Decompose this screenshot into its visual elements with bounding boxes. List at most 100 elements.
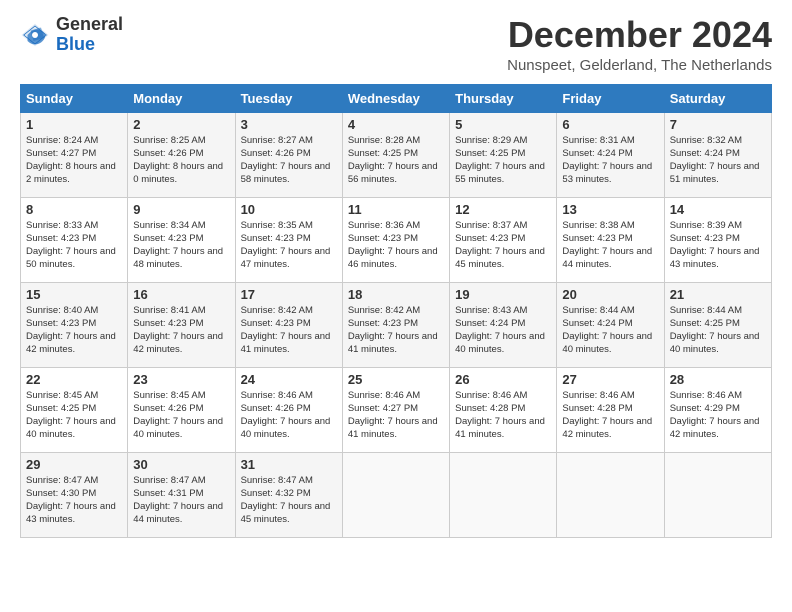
calendar-cell (664, 452, 771, 537)
calendar-cell: 3 Sunrise: 8:27 AMSunset: 4:26 PMDayligh… (235, 112, 342, 197)
calendar-cell (342, 452, 449, 537)
calendar-cell: 2 Sunrise: 8:25 AMSunset: 4:26 PMDayligh… (128, 112, 235, 197)
header-row: Sunday Monday Tuesday Wednesday Thursday… (21, 84, 772, 112)
day-detail: Sunrise: 8:36 AMSunset: 4:23 PMDaylight:… (348, 219, 444, 272)
calendar-cell: 24 Sunrise: 8:46 AMSunset: 4:26 PMDaylig… (235, 367, 342, 452)
calendar-cell: 18 Sunrise: 8:42 AMSunset: 4:23 PMDaylig… (342, 282, 449, 367)
calendar-cell: 11 Sunrise: 8:36 AMSunset: 4:23 PMDaylig… (342, 197, 449, 282)
calendar-cell: 6 Sunrise: 8:31 AMSunset: 4:24 PMDayligh… (557, 112, 664, 197)
calendar-cell: 5 Sunrise: 8:29 AMSunset: 4:25 PMDayligh… (450, 112, 557, 197)
day-detail: Sunrise: 8:28 AMSunset: 4:25 PMDaylight:… (348, 134, 444, 187)
day-number: 2 (133, 117, 229, 132)
day-number: 18 (348, 287, 444, 302)
calendar-cell: 30 Sunrise: 8:47 AMSunset: 4:31 PMDaylig… (128, 452, 235, 537)
calendar-header: Sunday Monday Tuesday Wednesday Thursday… (21, 84, 772, 112)
page-header: General Blue December 2024 Nunspeet, Gel… (20, 15, 772, 74)
day-number: 17 (241, 287, 337, 302)
day-detail: Sunrise: 8:43 AMSunset: 4:24 PMDaylight:… (455, 304, 551, 357)
calendar-body: 1 Sunrise: 8:24 AMSunset: 4:27 PMDayligh… (21, 112, 772, 537)
calendar-cell: 12 Sunrise: 8:37 AMSunset: 4:23 PMDaylig… (450, 197, 557, 282)
calendar-cell: 23 Sunrise: 8:45 AMSunset: 4:26 PMDaylig… (128, 367, 235, 452)
calendar-cell: 14 Sunrise: 8:39 AMSunset: 4:23 PMDaylig… (664, 197, 771, 282)
day-number: 1 (26, 117, 122, 132)
day-number: 11 (348, 202, 444, 217)
day-detail: Sunrise: 8:27 AMSunset: 4:26 PMDaylight:… (241, 134, 337, 187)
day-number: 29 (26, 457, 122, 472)
day-number: 14 (670, 202, 766, 217)
day-detail: Sunrise: 8:46 AMSunset: 4:26 PMDaylight:… (241, 389, 337, 442)
day-number: 16 (133, 287, 229, 302)
calendar-cell: 1 Sunrise: 8:24 AMSunset: 4:27 PMDayligh… (21, 112, 128, 197)
logo: General Blue (20, 15, 123, 55)
logo-text: General Blue (56, 15, 123, 55)
day-number: 27 (562, 372, 658, 387)
calendar-cell: 21 Sunrise: 8:44 AMSunset: 4:25 PMDaylig… (664, 282, 771, 367)
day-number: 21 (670, 287, 766, 302)
day-number: 12 (455, 202, 551, 217)
day-detail: Sunrise: 8:34 AMSunset: 4:23 PMDaylight:… (133, 219, 229, 272)
calendar-cell: 20 Sunrise: 8:44 AMSunset: 4:24 PMDaylig… (557, 282, 664, 367)
day-detail: Sunrise: 8:45 AMSunset: 4:26 PMDaylight:… (133, 389, 229, 442)
calendar-cell: 13 Sunrise: 8:38 AMSunset: 4:23 PMDaylig… (557, 197, 664, 282)
calendar-cell: 17 Sunrise: 8:42 AMSunset: 4:23 PMDaylig… (235, 282, 342, 367)
calendar-cell: 28 Sunrise: 8:46 AMSunset: 4:29 PMDaylig… (664, 367, 771, 452)
col-saturday: Saturday (664, 84, 771, 112)
day-number: 19 (455, 287, 551, 302)
calendar-cell: 22 Sunrise: 8:45 AMSunset: 4:25 PMDaylig… (21, 367, 128, 452)
day-detail: Sunrise: 8:44 AMSunset: 4:25 PMDaylight:… (670, 304, 766, 357)
day-number: 15 (26, 287, 122, 302)
calendar-cell (557, 452, 664, 537)
day-number: 23 (133, 372, 229, 387)
calendar-cell (450, 452, 557, 537)
col-wednesday: Wednesday (342, 84, 449, 112)
day-detail: Sunrise: 8:46 AMSunset: 4:29 PMDaylight:… (670, 389, 766, 442)
day-number: 20 (562, 287, 658, 302)
day-detail: Sunrise: 8:42 AMSunset: 4:23 PMDaylight:… (241, 304, 337, 357)
calendar-cell: 26 Sunrise: 8:46 AMSunset: 4:28 PMDaylig… (450, 367, 557, 452)
col-thursday: Thursday (450, 84, 557, 112)
calendar-cell: 25 Sunrise: 8:46 AMSunset: 4:27 PMDaylig… (342, 367, 449, 452)
day-number: 13 (562, 202, 658, 217)
day-detail: Sunrise: 8:24 AMSunset: 4:27 PMDaylight:… (26, 134, 122, 187)
day-number: 10 (241, 202, 337, 217)
day-number: 3 (241, 117, 337, 132)
day-detail: Sunrise: 8:46 AMSunset: 4:28 PMDaylight:… (562, 389, 658, 442)
calendar-cell: 4 Sunrise: 8:28 AMSunset: 4:25 PMDayligh… (342, 112, 449, 197)
calendar-week-5: 29 Sunrise: 8:47 AMSunset: 4:30 PMDaylig… (21, 452, 772, 537)
day-number: 22 (26, 372, 122, 387)
day-detail: Sunrise: 8:40 AMSunset: 4:23 PMDaylight:… (26, 304, 122, 357)
day-detail: Sunrise: 8:44 AMSunset: 4:24 PMDaylight:… (562, 304, 658, 357)
calendar-cell: 10 Sunrise: 8:35 AMSunset: 4:23 PMDaylig… (235, 197, 342, 282)
calendar-cell: 9 Sunrise: 8:34 AMSunset: 4:23 PMDayligh… (128, 197, 235, 282)
day-number: 6 (562, 117, 658, 132)
calendar-cell: 15 Sunrise: 8:40 AMSunset: 4:23 PMDaylig… (21, 282, 128, 367)
day-detail: Sunrise: 8:46 AMSunset: 4:28 PMDaylight:… (455, 389, 551, 442)
calendar-cell: 31 Sunrise: 8:47 AMSunset: 4:32 PMDaylig… (235, 452, 342, 537)
day-detail: Sunrise: 8:47 AMSunset: 4:30 PMDaylight:… (26, 474, 122, 527)
day-detail: Sunrise: 8:45 AMSunset: 4:25 PMDaylight:… (26, 389, 122, 442)
calendar-cell: 8 Sunrise: 8:33 AMSunset: 4:23 PMDayligh… (21, 197, 128, 282)
day-detail: Sunrise: 8:32 AMSunset: 4:24 PMDaylight:… (670, 134, 766, 187)
logo-blue: Blue (56, 34, 95, 54)
logo-general: General (56, 14, 123, 34)
day-detail: Sunrise: 8:29 AMSunset: 4:25 PMDaylight:… (455, 134, 551, 187)
day-number: 31 (241, 457, 337, 472)
day-number: 30 (133, 457, 229, 472)
day-number: 26 (455, 372, 551, 387)
day-detail: Sunrise: 8:31 AMSunset: 4:24 PMDaylight:… (562, 134, 658, 187)
calendar-week-3: 15 Sunrise: 8:40 AMSunset: 4:23 PMDaylig… (21, 282, 772, 367)
calendar-week-1: 1 Sunrise: 8:24 AMSunset: 4:27 PMDayligh… (21, 112, 772, 197)
calendar-cell: 19 Sunrise: 8:43 AMSunset: 4:24 PMDaylig… (450, 282, 557, 367)
day-detail: Sunrise: 8:46 AMSunset: 4:27 PMDaylight:… (348, 389, 444, 442)
day-detail: Sunrise: 8:35 AMSunset: 4:23 PMDaylight:… (241, 219, 337, 272)
calendar-cell: 27 Sunrise: 8:46 AMSunset: 4:28 PMDaylig… (557, 367, 664, 452)
day-number: 25 (348, 372, 444, 387)
day-number: 5 (455, 117, 551, 132)
col-monday: Monday (128, 84, 235, 112)
title-block: December 2024 Nunspeet, Gelderland, The … (507, 15, 772, 74)
day-number: 28 (670, 372, 766, 387)
calendar-cell: 29 Sunrise: 8:47 AMSunset: 4:30 PMDaylig… (21, 452, 128, 537)
day-detail: Sunrise: 8:25 AMSunset: 4:26 PMDaylight:… (133, 134, 229, 187)
day-detail: Sunrise: 8:47 AMSunset: 4:32 PMDaylight:… (241, 474, 337, 527)
calendar-cell: 16 Sunrise: 8:41 AMSunset: 4:23 PMDaylig… (128, 282, 235, 367)
